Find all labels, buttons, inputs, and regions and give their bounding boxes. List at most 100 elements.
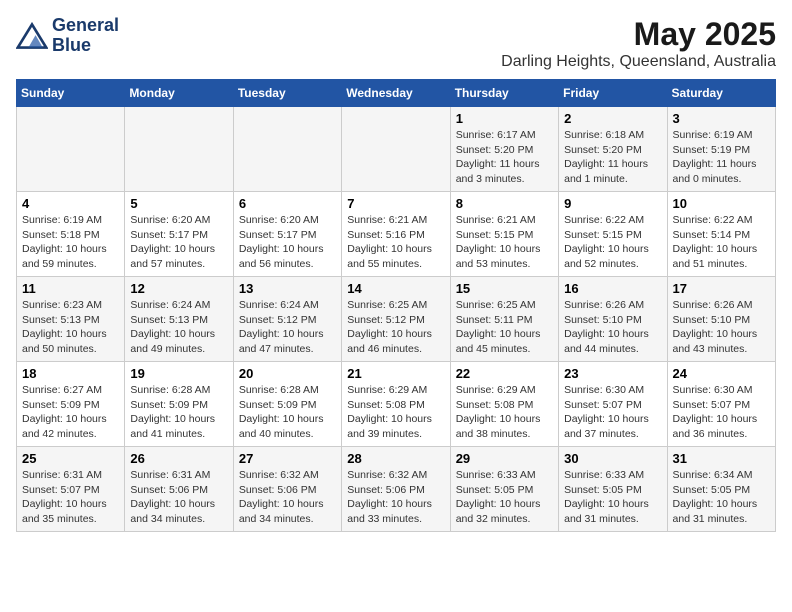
- day-info: Sunrise: 6:18 AM Sunset: 5:20 PM Dayligh…: [564, 128, 661, 187]
- empty-cell: [233, 107, 341, 192]
- day-cell-19: 19 Sunrise: 6:28 AM Sunset: 5:09 PM Dayli…: [125, 362, 233, 447]
- day-cell-28: 28 Sunrise: 6:32 AM Sunset: 5:06 PM Dayli…: [342, 447, 450, 532]
- day-cell-18: 18 Sunrise: 6:27 AM Sunset: 5:09 PM Dayli…: [17, 362, 125, 447]
- day-info: Sunrise: 6:25 AM Sunset: 5:12 PM Dayligh…: [347, 298, 444, 357]
- day-info: Sunrise: 6:26 AM Sunset: 5:10 PM Dayligh…: [673, 298, 770, 357]
- week-row-3: 11Sunrise: 6:23 AM Sunset: 5:13 PM Dayli…: [17, 277, 776, 362]
- day-number: 7: [347, 196, 444, 211]
- day-info: Sunrise: 6:28 AM Sunset: 5:09 PM Dayligh…: [130, 383, 227, 442]
- day-info: Sunrise: 6:32 AM Sunset: 5:06 PM Dayligh…: [239, 468, 336, 527]
- day-cell-15: 15 Sunrise: 6:25 AM Sunset: 5:11 PM Dayli…: [450, 277, 558, 362]
- logo: General Blue: [16, 16, 119, 56]
- day-number: 26: [130, 451, 227, 466]
- day-number: 2: [564, 111, 661, 126]
- subtitle: Darling Heights, Queensland, Australia: [501, 53, 776, 71]
- day-cell-9: 9 Sunrise: 6:22 AM Sunset: 5:15 PM Daylig…: [559, 192, 667, 277]
- empty-cell: [125, 107, 233, 192]
- day-info: Sunrise: 6:31 AM Sunset: 5:06 PM Dayligh…: [130, 468, 227, 527]
- day-cell-20: 20Sunrise: 6:28 AM Sunset: 5:09 PM Dayli…: [233, 362, 341, 447]
- day-cell-10: 10 Sunrise: 6:22 AM Sunset: 5:14 PM Dayli…: [667, 192, 775, 277]
- day-info: Sunrise: 6:22 AM Sunset: 5:15 PM Dayligh…: [564, 213, 661, 272]
- day-cell-30: 30Sunrise: 6:33 AM Sunset: 5:05 PM Dayli…: [559, 447, 667, 532]
- day-number: 31: [673, 451, 770, 466]
- day-info: Sunrise: 6:33 AM Sunset: 5:05 PM Dayligh…: [456, 468, 553, 527]
- day-number: 27: [239, 451, 336, 466]
- main-title: May 2025: [501, 16, 776, 53]
- day-cell-16: 16 Sunrise: 6:26 AM Sunset: 5:10 PM Dayli…: [559, 277, 667, 362]
- day-info: Sunrise: 6:29 AM Sunset: 5:08 PM Dayligh…: [456, 383, 553, 442]
- day-cell-26: 26 Sunrise: 6:31 AM Sunset: 5:06 PM Dayli…: [125, 447, 233, 532]
- day-info: Sunrise: 6:17 AM Sunset: 5:20 PM Dayligh…: [456, 128, 553, 187]
- page-header: General Blue May 2025 Darling Heights, Q…: [16, 16, 776, 71]
- day-cell-11: 11Sunrise: 6:23 AM Sunset: 5:13 PM Dayli…: [17, 277, 125, 362]
- week-row-1: 1 Sunrise: 6:17 AM Sunset: 5:20 PM Daylig…: [17, 107, 776, 192]
- day-number: 25: [22, 451, 119, 466]
- day-info: Sunrise: 6:19 AM Sunset: 5:18 PM Dayligh…: [22, 213, 119, 272]
- day-info: Sunrise: 6:21 AM Sunset: 5:15 PM Dayligh…: [456, 213, 553, 272]
- day-number: 5: [130, 196, 227, 211]
- logo-text: General Blue: [52, 16, 119, 56]
- day-number: 28: [347, 451, 444, 466]
- day-number: 9: [564, 196, 661, 211]
- logo-line1: General: [52, 16, 119, 36]
- day-number: 21: [347, 366, 444, 381]
- header-sunday: Sunday: [17, 80, 125, 107]
- day-cell-27: 27 Sunrise: 6:32 AM Sunset: 5:06 PM Dayli…: [233, 447, 341, 532]
- header-friday: Friday: [559, 80, 667, 107]
- title-block: May 2025 Darling Heights, Queensland, Au…: [501, 16, 776, 71]
- day-number: 15: [456, 281, 553, 296]
- day-number: 14: [347, 281, 444, 296]
- day-number: 10: [673, 196, 770, 211]
- logo-line2: Blue: [52, 36, 119, 56]
- day-number: 20: [239, 366, 336, 381]
- day-cell-23: 23 Sunrise: 6:30 AM Sunset: 5:07 PM Dayli…: [559, 362, 667, 447]
- day-cell-29: 29Sunrise: 6:33 AM Sunset: 5:05 PM Dayli…: [450, 447, 558, 532]
- day-info: Sunrise: 6:33 AM Sunset: 5:05 PM Dayligh…: [564, 468, 661, 527]
- day-info: Sunrise: 6:22 AM Sunset: 5:14 PM Dayligh…: [673, 213, 770, 272]
- calendar-header: SundayMondayTuesdayWednesdayThursdayFrid…: [17, 80, 776, 107]
- header-wednesday: Wednesday: [342, 80, 450, 107]
- day-number: 16: [564, 281, 661, 296]
- day-cell-5: 5 Sunrise: 6:20 AM Sunset: 5:17 PM Daylig…: [125, 192, 233, 277]
- day-number: 17: [673, 281, 770, 296]
- day-number: 18: [22, 366, 119, 381]
- day-number: 13: [239, 281, 336, 296]
- day-cell-17: 17 Sunrise: 6:26 AM Sunset: 5:10 PM Dayli…: [667, 277, 775, 362]
- day-info: Sunrise: 6:27 AM Sunset: 5:09 PM Dayligh…: [22, 383, 119, 442]
- day-cell-13: 13 Sunrise: 6:24 AM Sunset: 5:12 PM Dayli…: [233, 277, 341, 362]
- day-info: Sunrise: 6:21 AM Sunset: 5:16 PM Dayligh…: [347, 213, 444, 272]
- day-cell-8: 8 Sunrise: 6:21 AM Sunset: 5:15 PM Daylig…: [450, 192, 558, 277]
- day-number: 1: [456, 111, 553, 126]
- day-info: Sunrise: 6:30 AM Sunset: 5:07 PM Dayligh…: [564, 383, 661, 442]
- header-saturday: Saturday: [667, 80, 775, 107]
- week-row-2: 4Sunrise: 6:19 AM Sunset: 5:18 PM Daylig…: [17, 192, 776, 277]
- day-number: 3: [673, 111, 770, 126]
- day-cell-14: 14 Sunrise: 6:25 AM Sunset: 5:12 PM Dayli…: [342, 277, 450, 362]
- day-cell-31: 31 Sunrise: 6:34 AM Sunset: 5:05 PM Dayli…: [667, 447, 775, 532]
- day-number: 19: [130, 366, 227, 381]
- day-info: Sunrise: 6:26 AM Sunset: 5:10 PM Dayligh…: [564, 298, 661, 357]
- empty-cell: [342, 107, 450, 192]
- day-cell-1: 1 Sunrise: 6:17 AM Sunset: 5:20 PM Daylig…: [450, 107, 558, 192]
- day-cell-25: 25 Sunrise: 6:31 AM Sunset: 5:07 PM Dayli…: [17, 447, 125, 532]
- calendar-table: SundayMondayTuesdayWednesdayThursdayFrid…: [16, 79, 776, 532]
- day-number: 22: [456, 366, 553, 381]
- empty-cell: [17, 107, 125, 192]
- day-info: Sunrise: 6:34 AM Sunset: 5:05 PM Dayligh…: [673, 468, 770, 527]
- day-number: 12: [130, 281, 227, 296]
- day-info: Sunrise: 6:24 AM Sunset: 5:13 PM Dayligh…: [130, 298, 227, 357]
- header-monday: Monday: [125, 80, 233, 107]
- day-number: 23: [564, 366, 661, 381]
- day-info: Sunrise: 6:20 AM Sunset: 5:17 PM Dayligh…: [130, 213, 227, 272]
- week-row-4: 18 Sunrise: 6:27 AM Sunset: 5:09 PM Dayli…: [17, 362, 776, 447]
- day-info: Sunrise: 6:23 AM Sunset: 5:13 PM Dayligh…: [22, 298, 119, 357]
- day-info: Sunrise: 6:24 AM Sunset: 5:12 PM Dayligh…: [239, 298, 336, 357]
- week-row-5: 25 Sunrise: 6:31 AM Sunset: 5:07 PM Dayli…: [17, 447, 776, 532]
- day-number: 8: [456, 196, 553, 211]
- day-info: Sunrise: 6:32 AM Sunset: 5:06 PM Dayligh…: [347, 468, 444, 527]
- day-cell-21: 21Sunrise: 6:29 AM Sunset: 5:08 PM Dayli…: [342, 362, 450, 447]
- day-info: Sunrise: 6:25 AM Sunset: 5:11 PM Dayligh…: [456, 298, 553, 357]
- day-info: Sunrise: 6:31 AM Sunset: 5:07 PM Dayligh…: [22, 468, 119, 527]
- day-cell-4: 4Sunrise: 6:19 AM Sunset: 5:18 PM Daylig…: [17, 192, 125, 277]
- day-number: 24: [673, 366, 770, 381]
